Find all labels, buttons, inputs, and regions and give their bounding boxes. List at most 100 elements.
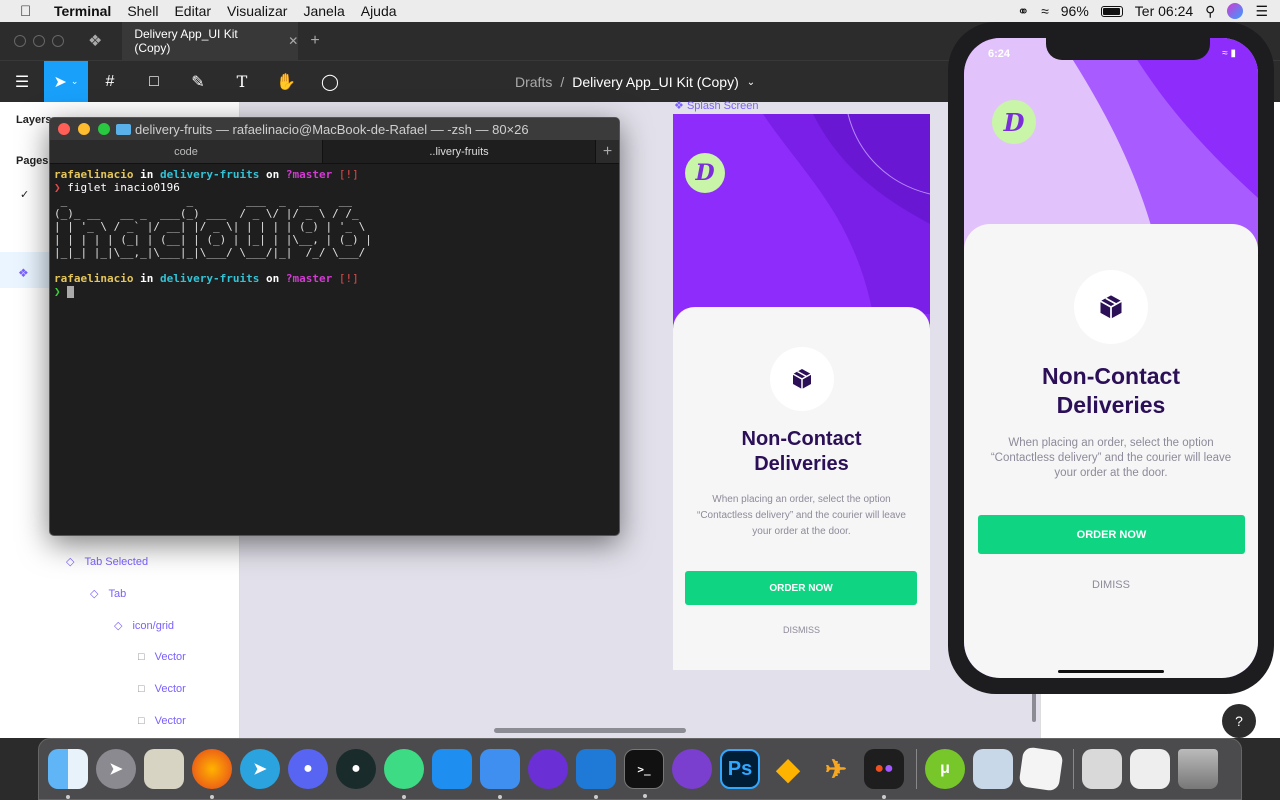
- component-instance-icon: ◇: [90, 588, 99, 600]
- phone-screen[interactable]: 6:24 ≈ ▮ D Non-Contact Deliveries When p…: [964, 38, 1258, 678]
- clock[interactable]: Ter 06:24: [1135, 3, 1193, 19]
- insomnia-icon[interactable]: [672, 749, 712, 789]
- chevron-down-icon[interactable]: ⌄: [747, 77, 755, 88]
- siri-icon[interactable]: [1227, 3, 1244, 19]
- finder-icon[interactable]: [48, 749, 88, 799]
- file-tab-label: Delivery App_UI Kit (Copy): [134, 27, 238, 55]
- menu-janela[interactable]: Janela: [303, 3, 344, 19]
- home-indicator: [1058, 670, 1164, 673]
- terminal-titlebar[interactable]: delivery-fruits — rafaelinacio@MacBook-d…: [50, 118, 619, 140]
- main-menu-icon[interactable]: ☰: [0, 61, 44, 103]
- prompt-status: [!]: [332, 272, 359, 285]
- layer-row[interactable]: □ Vector: [138, 683, 186, 695]
- android-studio-icon[interactable]: [384, 749, 424, 799]
- text-tool-icon[interactable]: T: [220, 61, 264, 103]
- discord-icon[interactable]: ●: [288, 749, 328, 789]
- vscode-icon[interactable]: [576, 749, 616, 799]
- zoom-window-button[interactable]: [52, 35, 64, 47]
- wifi-icon[interactable]: ≈: [1041, 3, 1049, 19]
- frame-tool-icon[interactable]: #: [88, 61, 132, 103]
- minimize-window-button[interactable]: [78, 123, 90, 135]
- input-line[interactable]: ❯: [54, 285, 619, 298]
- comment-tool-icon[interactable]: ◯: [308, 61, 352, 103]
- trash-icon[interactable]: [1178, 749, 1218, 789]
- launchpad-icon[interactable]: ➤: [96, 749, 136, 789]
- prompt-on: on: [259, 168, 286, 181]
- horizontal-scrollbar[interactable]: [494, 728, 686, 733]
- menu-editar[interactable]: Editar: [174, 3, 211, 19]
- vertical-scrollbar[interactable]: [1032, 690, 1036, 722]
- utorrent-icon[interactable]: μ: [925, 749, 965, 789]
- terminal-tab-delivery-fruits[interactable]: ..livery-fruits: [322, 140, 595, 163]
- textedit-icon[interactable]: [1018, 746, 1064, 792]
- breadcrumb-separator: /: [560, 74, 565, 90]
- phone-description: When placing an order, select the option…: [990, 437, 1232, 479]
- layer-row[interactable]: ◇ icon/grid: [114, 619, 174, 633]
- phone-mirror: 6:24 ≈ ▮ D Non-Contact Deliveries When p…: [948, 22, 1274, 694]
- minimize-window-button[interactable]: [33, 35, 45, 47]
- preview-icon[interactable]: [973, 749, 1013, 789]
- xcode-icon[interactable]: [432, 749, 472, 789]
- breadcrumb-file-name[interactable]: Delivery App_UI Kit (Copy): [572, 74, 739, 90]
- figlet-line: | | | | | (_| | (__| | (_) | |_| | |\__,…: [54, 233, 372, 246]
- prompt-dir: delivery-fruits: [159, 272, 260, 285]
- zoom-window-button[interactable]: [98, 123, 110, 135]
- layer-label: Tab Selected: [84, 555, 149, 568]
- gitkraken-icon[interactable]: ●: [336, 749, 376, 789]
- layer-row[interactable]: □ Vector: [138, 651, 186, 663]
- menu-ajuda[interactable]: Ajuda: [361, 3, 397, 19]
- order-now-button[interactable]: ORDER NOW: [978, 515, 1245, 554]
- photoshop-icon[interactable]: Ps: [720, 749, 760, 789]
- creative-cloud-icon[interactable]: ⚭: [1017, 3, 1029, 20]
- file-tab[interactable]: Delivery App_UI Kit (Copy) ✕: [122, 22, 299, 60]
- layer-row[interactable]: □ Vector: [138, 715, 186, 727]
- documents-stack-icon[interactable]: [1130, 749, 1170, 789]
- simulator-icon[interactable]: [480, 749, 520, 799]
- terminal-tabs: code ..livery-fruits +: [50, 140, 619, 164]
- close-window-button[interactable]: [58, 123, 70, 135]
- layer-row[interactable]: ◇ Tab Selected: [66, 555, 149, 569]
- help-button[interactable]: ?: [1222, 704, 1256, 738]
- apple-menu-icon[interactable]: : [20, 3, 40, 20]
- new-tab-icon[interactable]: +: [595, 140, 619, 163]
- frame-label[interactable]: ❖ Splash Screen: [674, 99, 758, 112]
- terminal-output[interactable]: rafaelinacio in delivery-fruits on ?mast…: [50, 164, 619, 298]
- menu-visualizar[interactable]: Visualizar: [227, 3, 287, 19]
- dismiss-button[interactable]: DIMISS: [964, 579, 1258, 591]
- shape-tool-icon[interactable]: □: [132, 61, 176, 103]
- terminal-window[interactable]: delivery-fruits — rafaelinacio@MacBook-d…: [49, 117, 620, 536]
- airmail-icon[interactable]: ✈: [816, 749, 856, 789]
- figma-logo-icon[interactable]: ❖: [88, 31, 102, 51]
- menu-shell[interactable]: Shell: [127, 3, 158, 19]
- new-tab-icon[interactable]: +: [310, 32, 319, 50]
- hand-tool-icon[interactable]: ✋: [264, 61, 308, 103]
- battery-percent[interactable]: 96%: [1061, 3, 1089, 19]
- downloads-stack-icon[interactable]: [1082, 749, 1122, 789]
- breadcrumb-drafts[interactable]: Drafts: [515, 74, 552, 90]
- pages-heading[interactable]: Pages: [16, 155, 48, 167]
- pen-tool-icon[interactable]: ✎: [176, 61, 220, 103]
- terminal-icon[interactable]: >_: [624, 749, 664, 798]
- layer-row[interactable]: ◇ Tab: [90, 587, 126, 601]
- menu-app-name[interactable]: Terminal: [54, 3, 111, 19]
- script-editor-icon[interactable]: [144, 749, 184, 789]
- battery-icon[interactable]: [1100, 5, 1123, 17]
- notification-center-icon[interactable]: ☰: [1255, 3, 1268, 20]
- figma-icon[interactable]: ● ●: [864, 749, 904, 799]
- telegram-icon[interactable]: ➤: [240, 749, 280, 789]
- dismiss-button[interactable]: DISMISS: [673, 625, 930, 635]
- close-tab-icon[interactable]: ✕: [288, 34, 298, 48]
- figlet-line: |_|_| |_|\__,_|\___|_|\___/ \___/|_| /_/…: [54, 246, 372, 259]
- order-now-button[interactable]: ORDER NOW: [685, 571, 917, 605]
- component-icon: ❖: [674, 100, 684, 112]
- sketch-icon[interactable]: ◆: [768, 749, 808, 789]
- layers-tab[interactable]: Layers: [16, 114, 51, 126]
- splash-screen-frame[interactable]: D Non-Contact Deliveries When placing an…: [673, 114, 930, 670]
- move-tool-icon[interactable]: ➤ ⌄: [44, 60, 88, 103]
- firefox-icon[interactable]: [192, 749, 232, 799]
- title-line: Non-Contact: [1042, 363, 1180, 389]
- altos-icon[interactable]: [528, 749, 568, 789]
- terminal-tab-code[interactable]: code: [50, 140, 322, 163]
- close-window-button[interactable]: [14, 35, 26, 47]
- spotlight-search-icon[interactable]: ⚲: [1205, 3, 1215, 20]
